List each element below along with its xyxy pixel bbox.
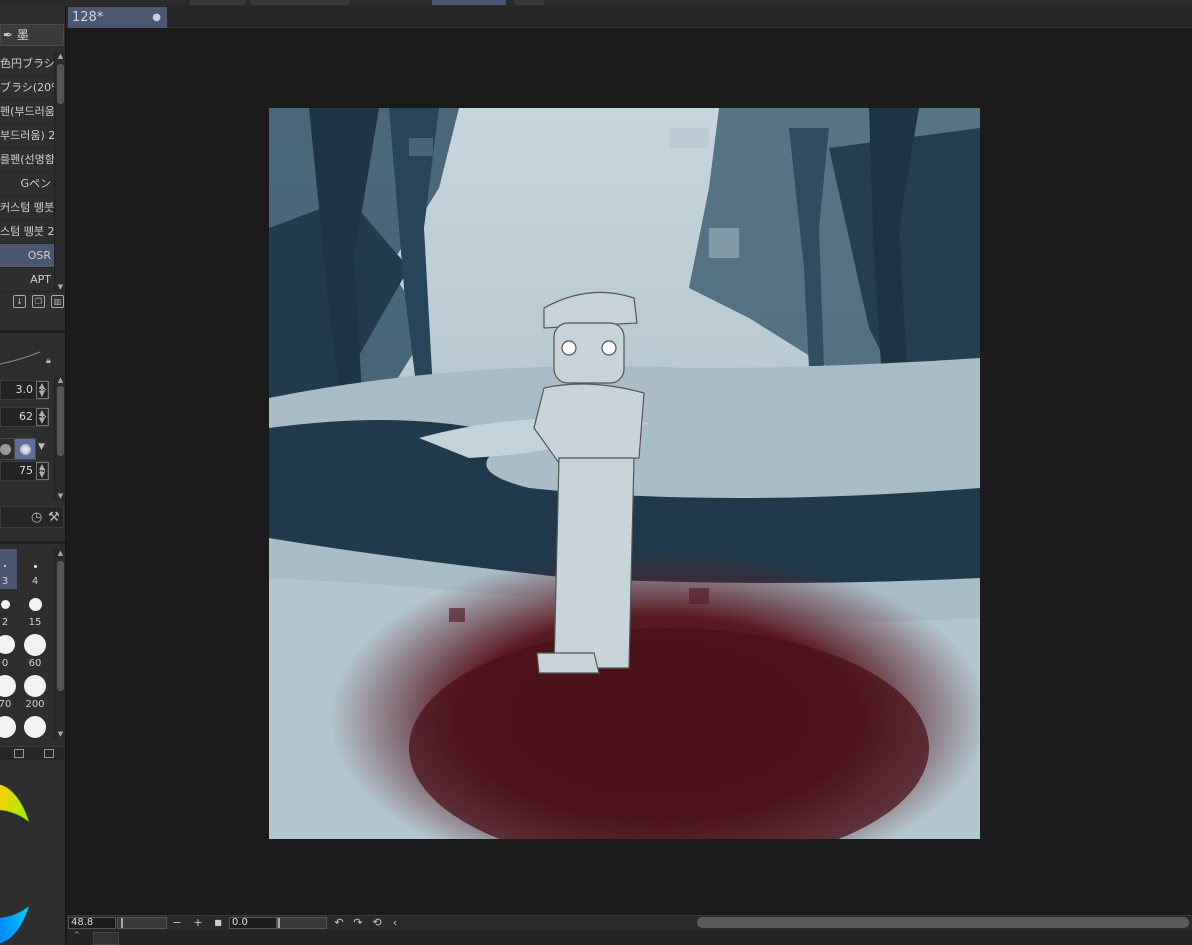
sub-tool-group-header[interactable]: ✒ 墨 xyxy=(0,24,64,46)
pen-icon: ✒ xyxy=(3,28,14,42)
brush-size-scrollbar[interactable]: ▲ ▼ xyxy=(54,549,65,739)
brush-list-item[interactable]: APT xyxy=(0,268,54,292)
pressure-toggle-icon[interactable]: ≫ xyxy=(36,408,49,426)
scrollbar-thumb[interactable] xyxy=(57,64,64,104)
chevron-down-icon[interactable]: ▼ xyxy=(38,442,45,452)
brush-list: 色円ブラシ ブラシ(20%) 펜(부드러움) 부드러움) 2 를펜(선명함) G… xyxy=(0,52,54,292)
rotation-value: 0.0 xyxy=(232,917,248,928)
scroll-down-icon[interactable]: ▼ xyxy=(56,730,65,739)
horizontal-scrollbar-thumb[interactable] xyxy=(697,917,1189,928)
toolbar-segment-active[interactable] xyxy=(432,0,506,5)
stop-icon[interactable]: ■ xyxy=(212,916,224,929)
panel-tab-icon[interactable] xyxy=(44,749,54,758)
brush-size-item[interactable]: 200 xyxy=(23,672,47,712)
brush-list-item[interactable]: ブラシ(20%) xyxy=(0,76,54,100)
trash-icon[interactable]: ▥ xyxy=(51,295,64,308)
panel-divider xyxy=(0,330,65,333)
status-bar: 48.8 − + ■ 0.0 ↶ ↷ ⟲ ‹ xyxy=(67,915,1192,930)
rotation-field[interactable]: 0.0 xyxy=(229,917,277,929)
footer-tab[interactable] xyxy=(93,932,119,945)
document-tab-title: 128* xyxy=(72,10,104,25)
brush-list-scrollbar[interactable]: ▲ ▼ xyxy=(54,52,65,292)
brush-list-item[interactable]: 커스텀 뗑붓 xyxy=(0,196,54,220)
modified-indicator: ● xyxy=(152,12,161,23)
rotation-slider[interactable] xyxy=(277,917,327,929)
scrollbar-thumb[interactable] xyxy=(57,386,64,456)
brush-list-item[interactable]: 스텀 뗑붓 2 xyxy=(0,220,54,244)
scroll-up-icon[interactable]: ▲ xyxy=(56,376,65,385)
artwork-canvas[interactable] xyxy=(269,108,980,839)
zoom-field[interactable]: 48.8 xyxy=(68,917,116,929)
chevron-left-icon[interactable]: ‹ xyxy=(389,916,401,929)
zoom-out-button[interactable]: − xyxy=(171,916,183,929)
app-window: 128* ● ✒ 墨 色円ブラシ ブラシ(20%) 펜(부드러움) 부드러움) … xyxy=(0,0,1192,945)
property-scrollbar[interactable]: ▲ ▼ xyxy=(54,376,65,501)
zoom-in-button[interactable]: + xyxy=(192,916,204,929)
clock-icon[interactable]: ◷ xyxy=(31,510,42,525)
brush-actions: ↓ ❐ ▥ xyxy=(8,295,64,311)
toolbar-segment[interactable] xyxy=(250,0,350,5)
tool-settings-bar: ◷ ⚒ xyxy=(0,506,64,528)
scroll-down-icon[interactable]: ▼ xyxy=(56,283,65,292)
brush-list-item[interactable]: 부드러움) 2 xyxy=(0,124,54,148)
brush-list-item[interactable]: 펜(부드러움) xyxy=(0,100,54,124)
lock-icon[interactable]: 🔒︎ xyxy=(46,356,56,366)
scroll-down-icon[interactable]: ▼ xyxy=(56,492,65,501)
panel-divider xyxy=(0,541,65,544)
clear-icon[interactable]: ⊘ xyxy=(36,462,49,480)
artwork-illustration xyxy=(269,108,980,839)
brush-size-value: 3.0 xyxy=(15,383,34,396)
brush-size-item[interactable]: 60 xyxy=(23,631,47,671)
brush-size-item[interactable]: 15 xyxy=(23,590,47,630)
brush-size-item[interactable]: 0 xyxy=(0,631,17,671)
document-tab-bar: 128* ● xyxy=(66,6,1192,28)
brush-size-item[interactable]: 4 xyxy=(23,549,47,589)
toolbar-segment[interactable] xyxy=(190,0,246,5)
tool-property-panel: ✒ 墨 色円ブラシ ブラシ(20%) 펜(부드러움) 부드러움) 2 를펜(선명… xyxy=(0,6,66,945)
brush-size-item[interactable]: 70 xyxy=(0,672,17,712)
brush-list-item-selected[interactable]: OSR xyxy=(0,244,54,268)
zoom-value: 48.8 xyxy=(71,917,94,928)
sub-tool-group-label: 墨 xyxy=(16,28,29,42)
panel-tab-strip xyxy=(0,746,64,760)
wrench-icon[interactable]: ⚒ xyxy=(48,510,60,525)
brush-list-item[interactable]: Gペン xyxy=(0,172,54,196)
duplicate-icon[interactable]: ❐ xyxy=(32,295,45,308)
panel-tab-icon[interactable] xyxy=(14,749,24,758)
rotate-left-icon[interactable]: ↶ xyxy=(333,916,345,929)
brush-tip-soft[interactable] xyxy=(14,438,36,460)
brush-list-item[interactable]: 를펜(선명함) xyxy=(0,148,54,172)
scroll-up-icon[interactable]: ▲ xyxy=(56,549,65,558)
opacity-value: 62 xyxy=(19,410,33,423)
reset-rotation-icon[interactable]: ⟲ xyxy=(371,916,383,929)
document-tab[interactable]: 128* ● xyxy=(68,7,167,28)
footer-strip: ⌃ xyxy=(67,930,1192,945)
density-value: 75 xyxy=(19,464,33,477)
scrollbar-thumb[interactable] xyxy=(57,561,64,691)
chevron-up-icon[interactable]: ⌃ xyxy=(73,931,81,941)
zoom-slider[interactable] xyxy=(117,917,167,929)
brush-size-item[interactable]: 3 xyxy=(0,549,17,589)
import-icon[interactable]: ↓ xyxy=(13,295,26,308)
brush-list-item[interactable]: 色円ブラシ xyxy=(0,52,54,76)
pressure-toggle-icon[interactable]: ≫ xyxy=(36,381,49,399)
scroll-up-icon[interactable]: ▲ xyxy=(56,52,65,61)
rotate-right-icon[interactable]: ↷ xyxy=(352,916,364,929)
brush-size-item[interactable]: 2 xyxy=(0,590,17,630)
color-wheel[interactable] xyxy=(0,784,35,944)
toolbar-segment[interactable] xyxy=(514,0,544,5)
